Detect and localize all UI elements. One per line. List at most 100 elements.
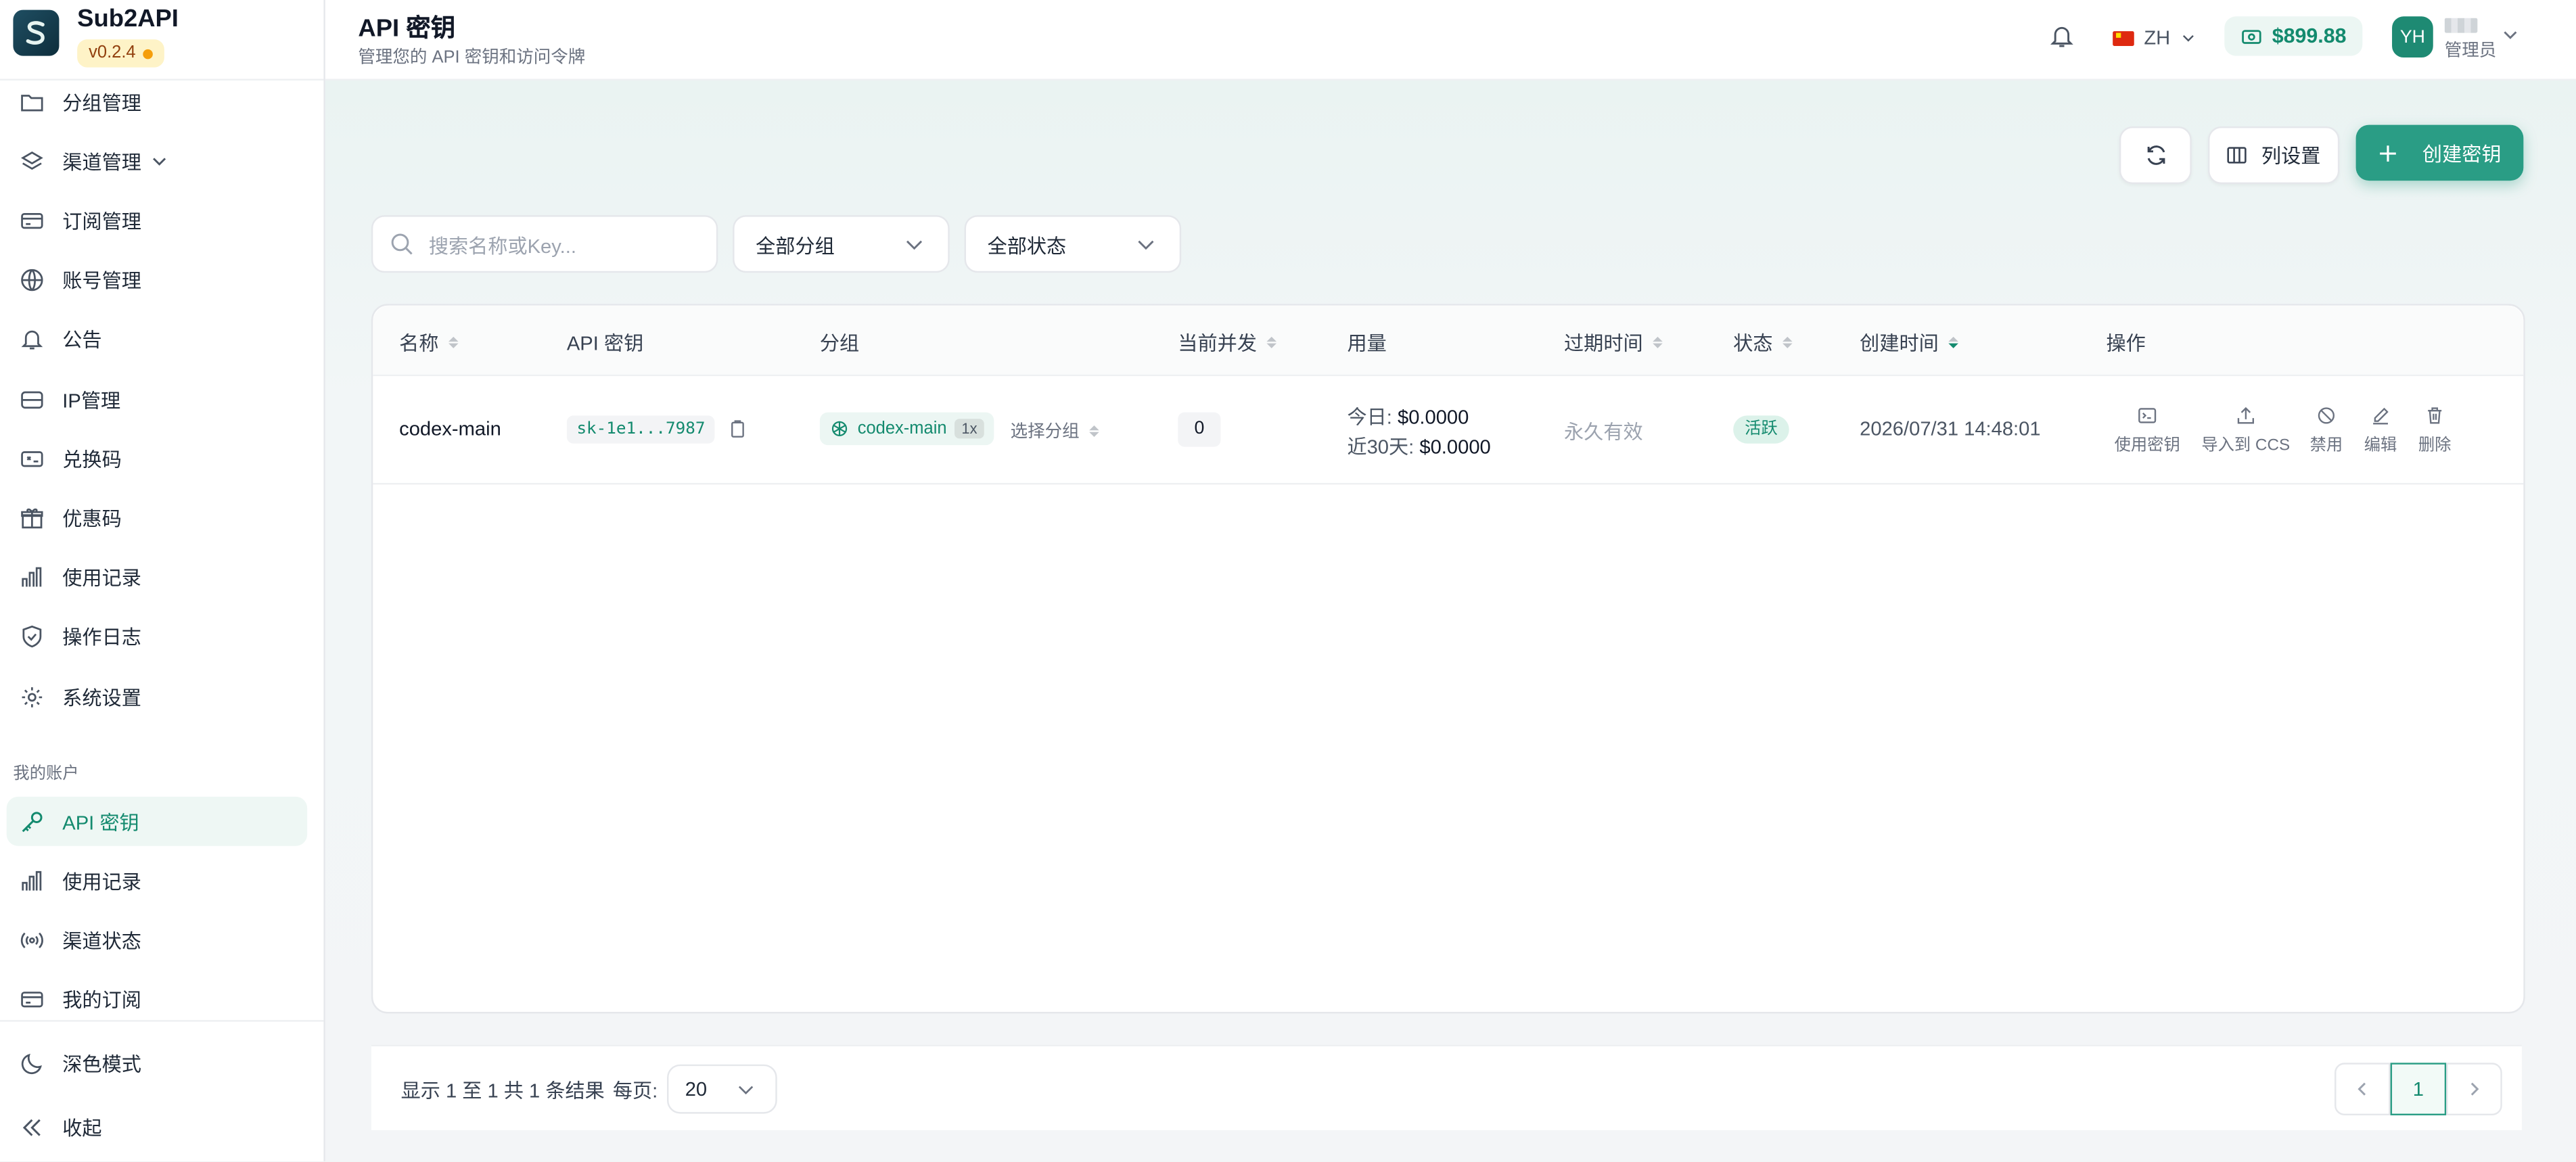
sort-icon xyxy=(1653,336,1663,348)
per-page-value: 20 xyxy=(685,1077,708,1101)
column-header-created[interactable]: 创建时间 xyxy=(1860,329,1958,356)
group-badge: codex-main 1x xyxy=(819,412,994,446)
sidebar-item-announcements[interactable]: 公告 xyxy=(0,314,307,363)
sidebar-item-channels[interactable]: 渠道管理 xyxy=(0,137,307,186)
per-page-select[interactable]: 20 xyxy=(667,1064,777,1114)
gift-icon xyxy=(18,505,45,531)
import-ccs-action[interactable]: 导入到 CCS xyxy=(2201,406,2290,455)
column-header-concurrency[interactable]: 当前并发 xyxy=(1178,329,1277,356)
user-name-redacted xyxy=(2444,18,2478,33)
sidebar-item-accounts[interactable]: 账号管理 xyxy=(0,254,307,304)
sidebar-item-channel-status[interactable]: 渠道状态 xyxy=(0,915,307,965)
sidebar-item-label: 操作日志 xyxy=(62,625,141,649)
concurrency-value: 0 xyxy=(1178,412,1221,447)
select-group-dropdown[interactable]: 选择分组 xyxy=(1011,419,1099,443)
sidebar-item-usage-admin[interactable]: 使用记录 xyxy=(0,552,307,601)
sidebar-item-label: 渠道状态 xyxy=(62,929,141,952)
sidebar-item-label: 账号管理 xyxy=(62,269,141,292)
expires-value: 永久有效 xyxy=(1564,420,1643,444)
chevron-down-icon xyxy=(904,233,925,255)
sidebar-item-audit-log[interactable]: 操作日志 xyxy=(0,611,307,660)
prev-page-button[interactable] xyxy=(2334,1063,2391,1116)
openai-icon xyxy=(829,419,849,438)
status-filter-select[interactable]: 全部状态 xyxy=(964,215,1182,273)
group-filter-value: 全部分组 xyxy=(756,235,835,258)
usage-cell: 今日: $0.0000 近30天: $0.0000 xyxy=(1347,405,1491,459)
search-input[interactable] xyxy=(426,216,712,275)
sidebar-item-label: 使用记录 xyxy=(62,565,141,589)
brand: Sub2API v0.2.4 xyxy=(0,0,324,81)
wallet-icon xyxy=(2241,26,2263,47)
sort-icon xyxy=(1266,336,1277,348)
gear-icon xyxy=(18,683,45,710)
status-filter-value: 全部状态 xyxy=(987,235,1067,258)
sidebar-item-coupons[interactable]: 优惠码 xyxy=(0,493,307,542)
sidebar-item-settings[interactable]: 系统设置 xyxy=(0,672,307,721)
sidebar-item-groups[interactable]: 分组管理 xyxy=(0,77,307,126)
sidebar-item-my-subscriptions[interactable]: 我的订阅 xyxy=(0,974,307,1023)
chevron-down-icon[interactable] xyxy=(150,151,169,170)
balance-badge[interactable]: $899.88 xyxy=(2224,16,2363,56)
notification-bell-icon[interactable] xyxy=(2048,23,2078,53)
column-settings-label: 列设置 xyxy=(2261,144,2321,168)
upload-icon xyxy=(2236,406,2255,425)
sidebar-item-ip[interactable]: IP管理 xyxy=(0,375,307,424)
chevron-down-icon xyxy=(736,1079,756,1099)
column-header-expires[interactable]: 过期时间 xyxy=(1564,329,1663,356)
collapse-sidebar-button[interactable]: 收起 xyxy=(0,1102,307,1152)
sidebar-item-api-keys[interactable]: API 密钥 xyxy=(6,796,308,846)
sidebar-item-subscriptions[interactable]: 订阅管理 xyxy=(0,195,307,245)
create-key-button[interactable]: 创建密钥 xyxy=(2355,124,2524,181)
chevron-down-icon[interactable] xyxy=(2500,24,2520,44)
sidebar-item-label: 分组管理 xyxy=(62,91,141,114)
column-settings-button[interactable]: 列设置 xyxy=(2208,126,2340,185)
plus-icon xyxy=(2378,142,2399,164)
ban-icon xyxy=(2316,406,2336,425)
column-header-actions: 操作 xyxy=(2106,331,2146,355)
search-box xyxy=(371,215,718,275)
use-key-action[interactable]: 使用密钥 xyxy=(2115,406,2180,455)
sidebar-footer xyxy=(0,1020,324,1022)
card-icon xyxy=(18,207,45,233)
edit-action[interactable]: 编辑 xyxy=(2364,406,2397,455)
column-header-status[interactable]: 状态 xyxy=(1733,329,1793,356)
refresh-button[interactable] xyxy=(2119,126,2192,185)
page-number-button[interactable]: 1 xyxy=(2390,1063,2447,1116)
dark-mode-toggle[interactable]: 深色模式 xyxy=(0,1038,307,1088)
copy-icon[interactable] xyxy=(728,419,748,438)
next-page-button[interactable] xyxy=(2446,1063,2502,1116)
columns-icon xyxy=(2227,145,2249,166)
language-code: ZH xyxy=(2144,26,2171,49)
shield-icon xyxy=(18,622,45,649)
pagination-summary: 显示 1 至 1 共 1 条结果 xyxy=(400,1079,605,1102)
version-badge: v0.2.4 xyxy=(77,39,164,68)
sidebar-item-redeem[interactable]: 兑换码 xyxy=(0,434,307,483)
page-title: API 密钥 xyxy=(358,14,456,43)
chevron-down-icon xyxy=(2180,30,2196,46)
avatar[interactable]: YH xyxy=(2392,16,2433,58)
sidebar-item-label: 渠道管理 xyxy=(62,150,141,174)
select-group-label: 选择分组 xyxy=(1010,422,1080,442)
chevron-right-icon xyxy=(2464,1079,2484,1099)
china-flag-icon xyxy=(2113,30,2134,45)
sidebar-item-label: API 密钥 xyxy=(62,810,139,834)
terminal-icon xyxy=(2138,406,2157,425)
per-page-label: 每页: xyxy=(612,1079,658,1102)
sidebar-item-usage[interactable]: 使用记录 xyxy=(0,856,307,905)
delete-action[interactable]: 删除 xyxy=(2418,406,2451,455)
disable-action[interactable]: 禁用 xyxy=(2310,406,2343,455)
app-logo-icon[interactable] xyxy=(13,9,60,56)
create-key-label: 创建密钥 xyxy=(2422,142,2502,166)
table-row: codex-main sk-1e1...7987 codex-main 1x 选… xyxy=(373,376,2524,485)
sort-icon xyxy=(1782,336,1793,348)
column-header-name[interactable]: 名称 xyxy=(399,329,459,356)
column-header-usage: 用量 xyxy=(1347,331,1387,355)
ticket-icon xyxy=(18,445,45,471)
sidebar-item-label: 我的订阅 xyxy=(62,987,141,1011)
top-header: API 密钥 管理您的 API 密钥和访问令牌 ZH $899.88 YH 管理… xyxy=(325,0,2576,81)
sidebar-item-label: 优惠码 xyxy=(62,507,122,530)
group-filter-select[interactable]: 全部分组 xyxy=(733,215,950,273)
main-content: 列设置 创建密钥 全部分组 全部状态 名称 API 密钥 分组 当前并发 用量 xyxy=(325,80,2576,1162)
language-selector[interactable]: ZH xyxy=(2113,23,2196,53)
pagination-bar: 显示 1 至 1 共 1 条结果 每页: 20 1 xyxy=(371,1044,2522,1130)
